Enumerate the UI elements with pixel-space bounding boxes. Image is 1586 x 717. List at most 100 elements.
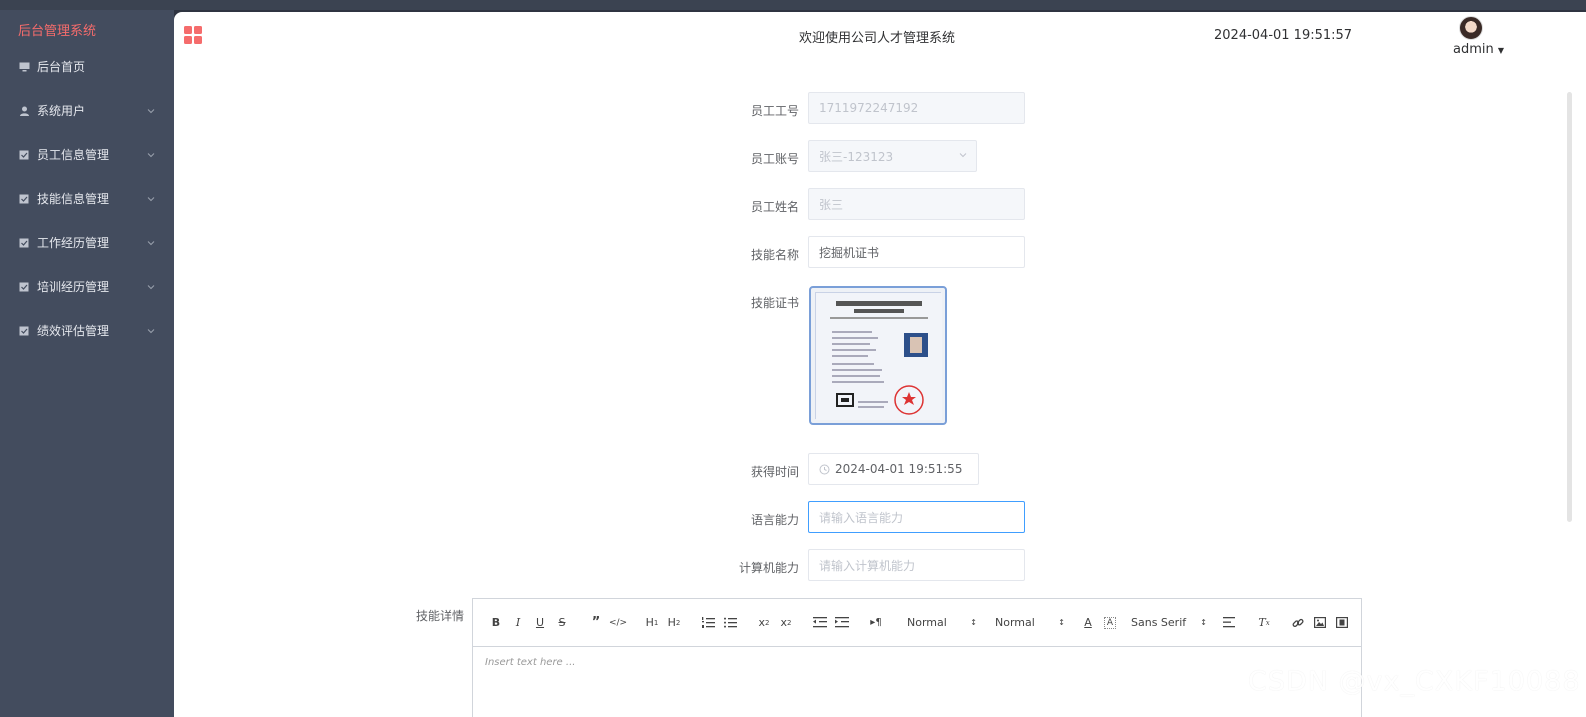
employee-id-label: 员工工号 (750, 104, 799, 118)
current-datetime: 2024-04-01 19:51:57 (1214, 28, 1353, 43)
grid-menu-icon[interactable] (184, 26, 202, 44)
chevron-down-icon (146, 281, 156, 291)
h2-button[interactable]: H2 (663, 612, 685, 634)
outdent-button[interactable] (809, 612, 831, 634)
obtained-time-label: 获得时间 (750, 465, 799, 479)
font-select-value: Sans Serif (1131, 616, 1187, 629)
header-select-value: Normal (907, 616, 947, 629)
chevron-down-icon (146, 237, 156, 247)
obtained-time-value: 2024-04-01 19:51:55 (835, 462, 963, 476)
editor-content[interactable]: Insert text here ... (473, 647, 1361, 678)
user-menu[interactable]: admin ▼ (1453, 42, 1504, 57)
top-strip (0, 0, 1586, 10)
updown-icon: ↕ (970, 618, 977, 627)
chevron-down-icon (146, 105, 156, 115)
employee-account-label: 员工账号 (750, 152, 799, 166)
employee-account-select[interactable]: 张三-123123 (808, 140, 977, 172)
computer-input[interactable]: 请输入计算机能力 (808, 549, 1025, 581)
checkbox-icon (19, 325, 30, 336)
italic-button[interactable]: I (507, 612, 529, 634)
sidebar-item-label: 培训经历管理 (37, 279, 110, 294)
employee-name-label: 员工姓名 (750, 200, 799, 214)
sidebar-item-training[interactable]: 培训经历管理 (0, 264, 174, 308)
font-select[interactable]: Sans Serif ↕ (1131, 616, 1207, 629)
rich-text-editor[interactable]: B I U S ” </> H1 H2 x2 x2 ▸¶ Normal ↕ No… (472, 598, 1362, 717)
header-select[interactable]: Normal ↕ (907, 616, 977, 629)
skill-certificate-image[interactable] (809, 286, 947, 425)
size-select-value: Normal (995, 616, 1035, 629)
chevron-down-icon (146, 149, 156, 159)
avatar[interactable] (1459, 16, 1483, 40)
skill-name-value: 挖掘机证书 (819, 245, 880, 260)
employee-name-value: 张三 (819, 197, 844, 212)
checkbox-icon (19, 193, 30, 204)
computer-placeholder: 请输入计算机能力 (819, 558, 916, 573)
indent-button[interactable] (831, 612, 853, 634)
clock-icon (819, 464, 830, 475)
checkbox-icon (19, 281, 30, 292)
sidebar: 后台管理系统 后台首页 系统用户 员工信息管理 技能信息管理 工作经历管理 培训… (0, 10, 174, 717)
sidebar-item-label: 员工信息管理 (37, 147, 110, 162)
image-icon[interactable] (1309, 612, 1331, 634)
obtained-time-picker[interactable]: 2024-04-01 19:51:55 (808, 453, 979, 485)
sidebar-item-label: 技能信息管理 (37, 191, 110, 206)
language-placeholder: 请输入语言能力 (819, 510, 904, 525)
sidebar-item-label: 后台首页 (37, 59, 86, 74)
watermark: CSDN @vx_CXKF10088 (1248, 666, 1581, 697)
video-icon[interactable] (1331, 612, 1353, 634)
computer-label: 计算机能力 (738, 561, 799, 575)
chevron-down-icon (146, 325, 156, 335)
sidebar-item-label: 系统用户 (37, 103, 86, 118)
skill-name-label: 技能名称 (750, 248, 799, 262)
language-input[interactable]: 请输入语言能力 (808, 501, 1025, 533)
text-direction-button[interactable]: ▸¶ (865, 612, 887, 634)
skill-cert-label: 技能证书 (750, 296, 799, 310)
updown-icon: ↕ (1058, 618, 1065, 627)
sidebar-item-work-experience[interactable]: 工作经历管理 (0, 220, 174, 264)
sidebar-item-system-users[interactable]: 系统用户 (0, 88, 174, 132)
checkbox-icon (19, 237, 30, 248)
sidebar-item-skill-info[interactable]: 技能信息管理 (0, 176, 174, 220)
sidebar-item-label: 绩效评估管理 (37, 323, 110, 338)
underline-button[interactable]: U (529, 612, 551, 634)
updown-icon: ↕ (1200, 618, 1207, 627)
bold-button[interactable]: B (485, 612, 507, 634)
skill-detail-label: 技能详情 (415, 609, 464, 623)
chevron-down-icon (146, 193, 156, 203)
sidebar-item-home[interactable]: 后台首页 (0, 44, 174, 88)
background-color-button[interactable]: A (1104, 616, 1116, 629)
code-block-button[interactable]: </> (607, 612, 629, 634)
bullet-list-button[interactable] (719, 612, 741, 634)
main-content: 欢迎使用公司人才管理系统 2024-04-01 19:51:57 admin ▼… (174, 12, 1586, 717)
employee-name-field[interactable]: 张三 (808, 188, 1025, 220)
size-select[interactable]: Normal ↕ (995, 616, 1065, 629)
editor-toolbar: B I U S ” </> H1 H2 x2 x2 ▸¶ Normal ↕ No… (473, 599, 1361, 647)
chevron-down-icon: ▼ (1497, 46, 1505, 55)
employee-id-field[interactable]: 1711972247192 (808, 92, 1025, 124)
strike-button[interactable]: S (551, 612, 573, 634)
sidebar-item-performance[interactable]: 绩效评估管理 (0, 308, 174, 352)
h1-button[interactable]: H1 (641, 612, 663, 634)
sidebar-item-employee-info[interactable]: 员工信息管理 (0, 132, 174, 176)
language-label: 语言能力 (750, 513, 799, 527)
monitor-icon (19, 61, 30, 72)
subscript-button[interactable]: x2 (753, 612, 775, 634)
ordered-list-button[interactable] (697, 612, 719, 634)
scrollbar[interactable] (1567, 92, 1572, 522)
editor-placeholder: Insert text here ... (485, 657, 576, 668)
skill-name-field[interactable]: 挖掘机证书 (808, 236, 1025, 268)
top-header: 欢迎使用公司人才管理系统 2024-04-01 19:51:57 admin ▼ (174, 12, 1586, 62)
blockquote-button[interactable]: ” (585, 612, 607, 634)
welcome-text: 欢迎使用公司人才管理系统 (799, 31, 956, 46)
align-button[interactable] (1219, 612, 1241, 634)
brand-title: 后台管理系统 (18, 24, 97, 39)
superscript-button[interactable]: x2 (775, 612, 797, 634)
certificate-graphic (815, 292, 942, 420)
chevron-down-icon (958, 149, 968, 163)
clear-format-button[interactable]: Tx (1253, 612, 1275, 634)
font-color-button[interactable]: A (1077, 612, 1099, 634)
username: admin (1453, 42, 1494, 57)
employee-id-value: 1711972247192 (819, 101, 919, 115)
sidebar-item-label: 工作经历管理 (37, 235, 110, 250)
link-icon[interactable] (1287, 612, 1309, 634)
